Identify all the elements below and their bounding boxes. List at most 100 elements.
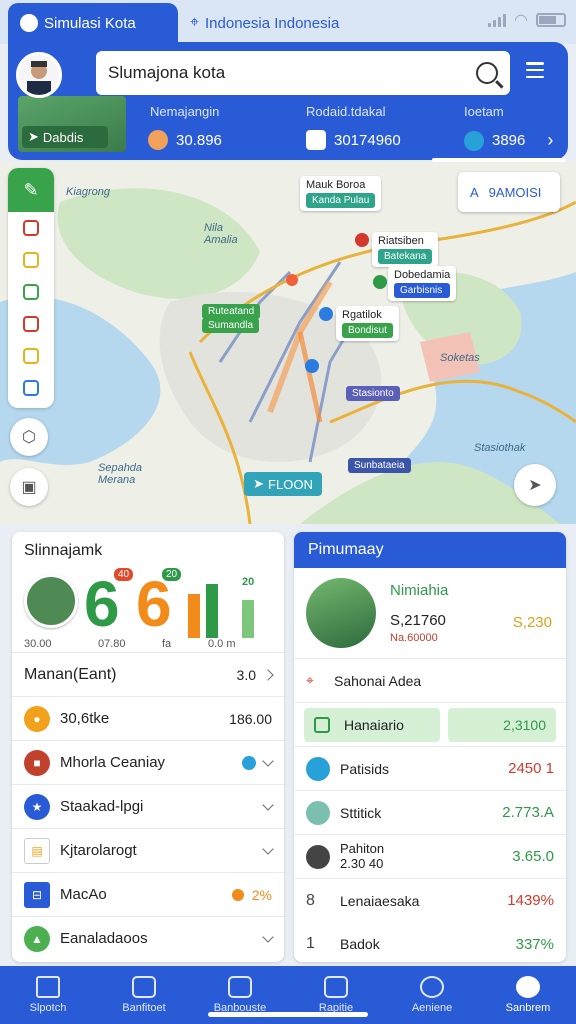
row-label: Eanaladaoos bbox=[60, 930, 148, 947]
gps-label: Dabdis bbox=[42, 129, 84, 145]
tool-layer-2[interactable] bbox=[8, 244, 54, 276]
big-number-2: 6 bbox=[136, 568, 172, 640]
map-tag-blue[interactable]: Sunbataeia bbox=[348, 458, 411, 473]
list-item[interactable]: Manan(Eant) 3.0 bbox=[12, 652, 284, 696]
map-tag-purple[interactable]: Stasionto bbox=[346, 386, 400, 401]
person-icon bbox=[306, 800, 330, 825]
city-map[interactable] bbox=[0, 162, 576, 524]
region-label: Nila Amalia bbox=[204, 222, 238, 246]
map-tag-green[interactable]: Ruteatand bbox=[202, 304, 261, 319]
map-label-1[interactable]: Mauk Boroa Kanda Pulau bbox=[300, 176, 382, 211]
nav-building[interactable]: Banfitoet bbox=[96, 966, 192, 1024]
row-end bbox=[262, 930, 274, 943]
region-label: Soketas bbox=[440, 352, 480, 364]
map-label-4[interactable]: Rgatilok Bondisut bbox=[336, 306, 399, 341]
row-value: 186.00 bbox=[229, 710, 272, 727]
card-value: S,21760 bbox=[390, 612, 446, 629]
info-icon bbox=[242, 755, 256, 770]
draw-tool-button[interactable]: ✎ bbox=[8, 168, 54, 212]
battery-icon bbox=[536, 13, 566, 27]
area-button[interactable]: A 9AMOISI bbox=[458, 172, 560, 212]
list-item[interactable]: ▲ Eanaladaoos bbox=[12, 916, 284, 960]
list-item[interactable]: ⊟ MacAo 2% bbox=[12, 872, 284, 916]
map-label-tag: Bondisut bbox=[342, 323, 393, 338]
stack-button[interactable]: ▣ bbox=[10, 468, 48, 506]
summary-title: Pimumaay bbox=[294, 532, 566, 568]
list-item[interactable]: ★ Staakad-lpgi bbox=[12, 784, 284, 828]
stat-label: Rodaid.tdakal bbox=[306, 104, 386, 119]
row-end bbox=[242, 754, 274, 770]
avatar bbox=[306, 844, 330, 869]
home-icon bbox=[36, 976, 60, 998]
list-item[interactable]: Hanaiario 2,3100 bbox=[294, 702, 566, 746]
list-item[interactable]: Patisids 2450 1 bbox=[294, 746, 566, 790]
search-value: Slumajona kota bbox=[108, 63, 226, 82]
navigation-arrow-icon: ➤ bbox=[253, 476, 265, 491]
row-label: Lenaiaesaka bbox=[340, 892, 420, 909]
list-item[interactable]: ● 30,6tke 186.00 bbox=[12, 696, 284, 740]
search-icon[interactable] bbox=[476, 62, 498, 84]
nav-settings[interactable]: Aeniene bbox=[384, 966, 480, 1024]
profile-thumbnail bbox=[306, 578, 376, 648]
sub-value: 30.00 bbox=[24, 638, 52, 650]
list-item[interactable]: ⌖ Sahonai Adea bbox=[294, 658, 566, 702]
navigate-button[interactable]: ➤ FLOON bbox=[244, 472, 322, 496]
menu-icon[interactable] bbox=[526, 62, 544, 78]
nav-label: Slpotch bbox=[29, 1002, 67, 1014]
tool-layer-5[interactable] bbox=[8, 340, 54, 372]
number-8-icon: 8 bbox=[306, 891, 315, 909]
list-item[interactable]: Pahiton 2.30 40 3.65.0 bbox=[294, 834, 566, 878]
stats-title: Slinnajamk bbox=[24, 542, 103, 559]
map-label-3[interactable]: Dobedamia Garbisnis bbox=[388, 266, 457, 301]
tool-layer-6[interactable] bbox=[8, 372, 54, 404]
list-item[interactable]: 1 Badok 337% bbox=[294, 922, 566, 962]
list-item[interactable]: ■ Mhorla Ceaniay bbox=[12, 740, 284, 784]
stat-value-2: 30174960 bbox=[306, 130, 401, 150]
chevron-down-icon[interactable] bbox=[262, 798, 274, 811]
stats-summary: 6 6 40 20 20 30.00 07.80 fa 0.0 m bbox=[12, 568, 284, 652]
signal-icon bbox=[488, 13, 507, 27]
card-side-value: S,230 bbox=[512, 614, 552, 631]
row-end bbox=[262, 842, 274, 855]
chevron-right-icon[interactable]: › bbox=[547, 130, 553, 151]
list-item[interactable]: ▤ Kjtarolarogt bbox=[12, 828, 284, 872]
gps-button[interactable]: ➤ Dabdis bbox=[22, 126, 108, 148]
chevron-down-icon[interactable] bbox=[262, 754, 274, 767]
region-label: Stasiothak bbox=[474, 442, 526, 454]
chevron-down-icon[interactable] bbox=[262, 930, 274, 943]
list-item[interactable]: 8 Lenaiaesaka 1439% bbox=[294, 878, 566, 922]
summary-card[interactable]: Nimiahia S,21760 Na.60000 S,230 bbox=[294, 568, 566, 658]
map-tag-green-2[interactable]: Sumandla bbox=[202, 318, 260, 333]
nav-home[interactable]: Slpotch bbox=[0, 966, 96, 1024]
chart-circle-icon bbox=[306, 756, 330, 781]
nav-profile[interactable]: Sanbrem bbox=[480, 966, 576, 1024]
map-label-2[interactable]: Riatsiben Batekana bbox=[372, 232, 439, 267]
avatar[interactable] bbox=[16, 52, 62, 98]
search-input[interactable]: Slumajona kota bbox=[96, 51, 510, 95]
compass-button[interactable]: ➤ bbox=[514, 464, 556, 506]
row-value: 2.773.A bbox=[502, 804, 554, 821]
list-item[interactable]: Sttitick 2.773.A bbox=[294, 790, 566, 834]
sub-value: fa bbox=[162, 638, 172, 650]
layers-button[interactable]: ⬡ bbox=[10, 418, 48, 456]
row-label: Kjtarolarogt bbox=[60, 842, 137, 859]
chart-icon: ▤ bbox=[24, 837, 50, 864]
tab-indonesia[interactable]: ⌖ Indonesia Indonesia bbox=[178, 3, 468, 43]
row-label: 30,6tke bbox=[60, 710, 110, 727]
tool-layer-3[interactable] bbox=[8, 276, 54, 308]
tool-layer-1[interactable] bbox=[8, 212, 54, 244]
map-label-tag: Kanda Pulau bbox=[306, 193, 376, 208]
tab-label: Indonesia Indonesia bbox=[205, 14, 340, 32]
row-label: Sttitick bbox=[340, 804, 382, 821]
tool-layer-4[interactable] bbox=[8, 308, 54, 340]
badge: 40 bbox=[114, 568, 134, 581]
stat-value-3: 3896 › bbox=[464, 130, 553, 151]
row-label: Hanaiario bbox=[344, 716, 404, 733]
chevron-down-icon[interactable] bbox=[262, 842, 274, 855]
stat-value-1: 30.896 bbox=[148, 130, 222, 150]
app-logo-icon bbox=[20, 14, 38, 32]
gear-icon bbox=[420, 976, 444, 998]
row-value: 3.65.0 bbox=[512, 848, 554, 865]
chevron-right-icon[interactable] bbox=[262, 668, 274, 681]
tab-simulasi-kota[interactable]: Simulasi Kota bbox=[8, 3, 178, 43]
